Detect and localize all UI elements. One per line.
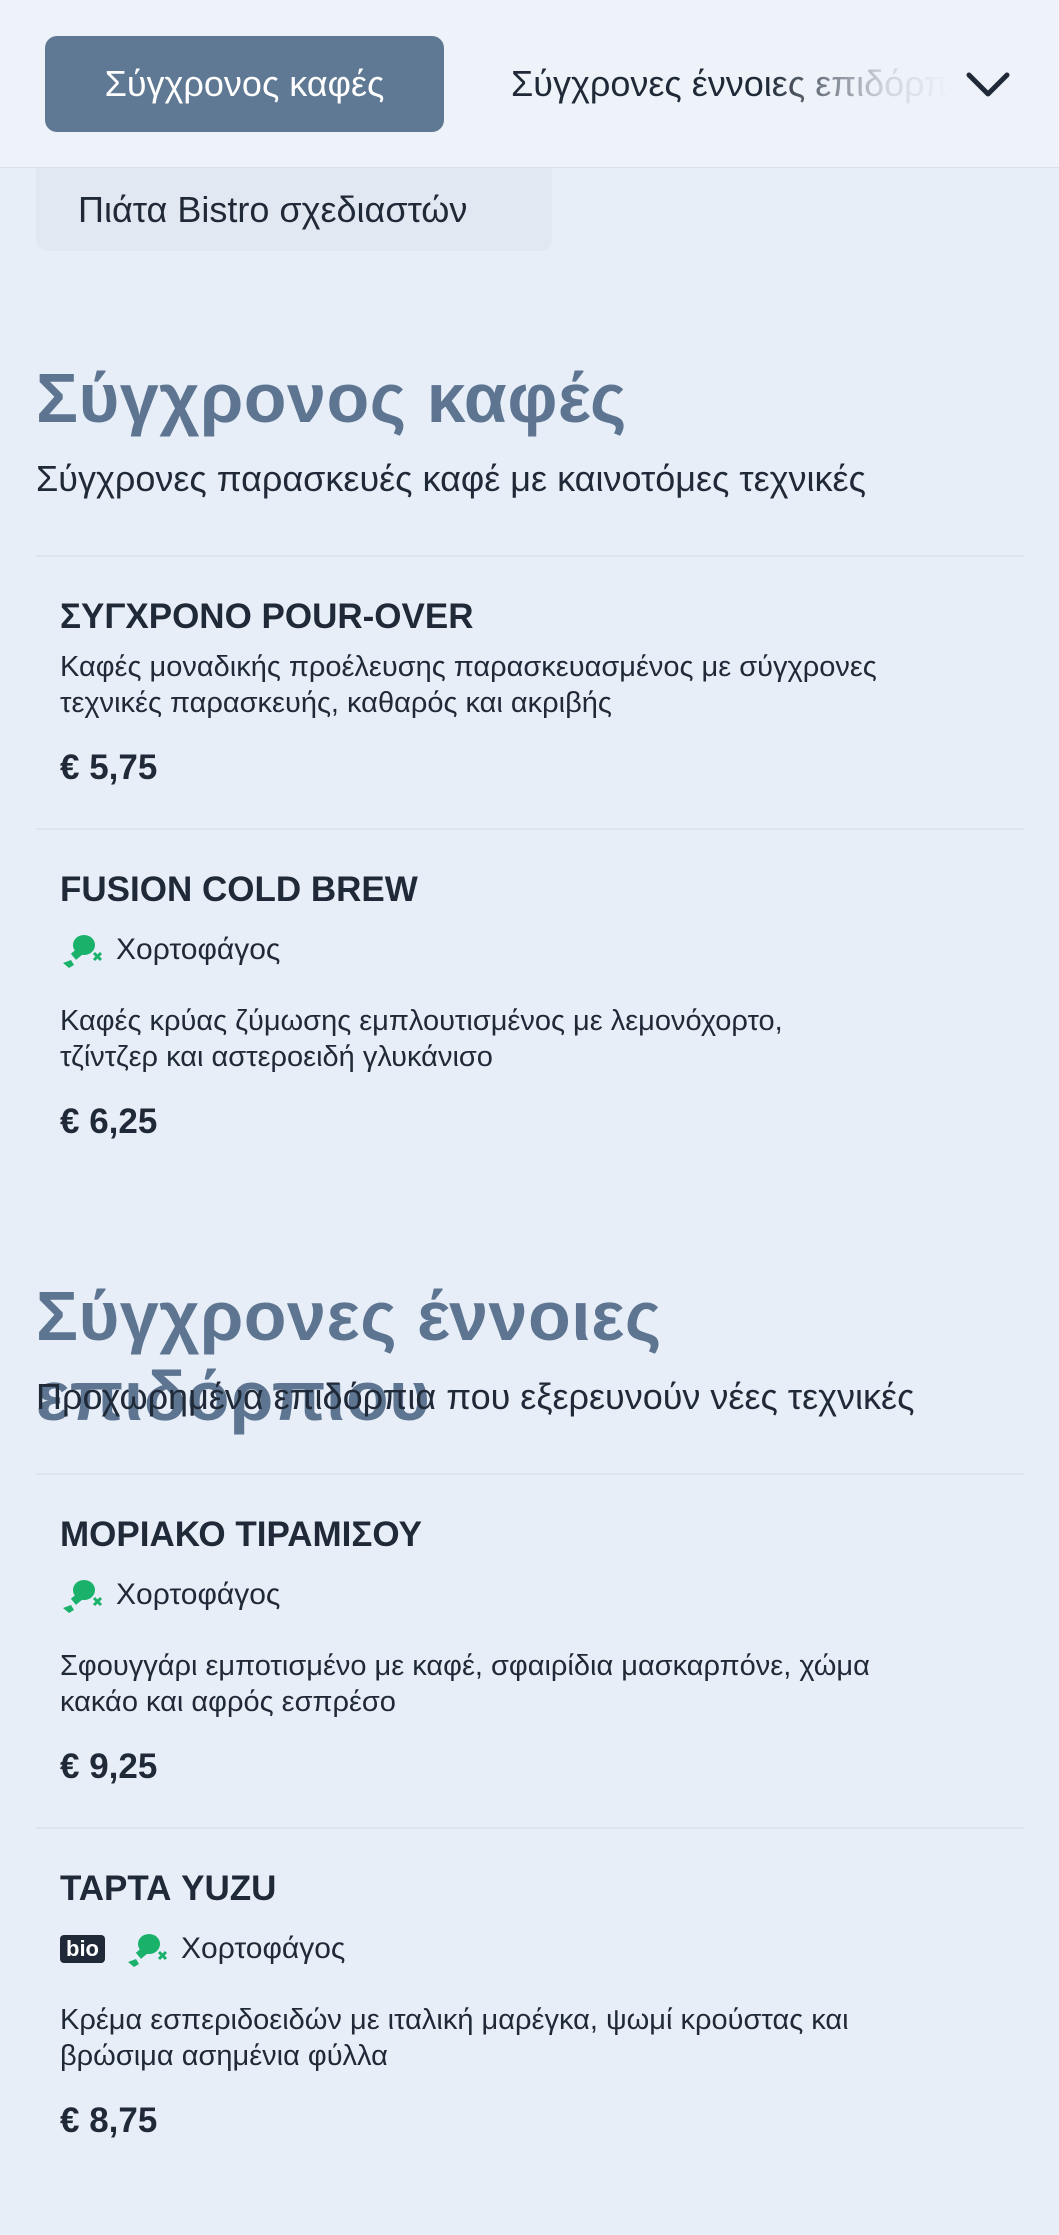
vegetarian-icon — [63, 935, 103, 968]
category-tab-bar: Σύγχρονος καφές Σύγχρονες έννοιες επιδόρ… — [0, 0, 1059, 168]
vegetarian-icon — [128, 1934, 168, 1967]
divider — [36, 555, 1024, 557]
section-title: Σύγχρονος καφές — [36, 359, 627, 437]
menu-item-price: € 9,25 — [60, 1747, 158, 1786]
vegetarian-icon — [63, 1580, 103, 1613]
section-subtitle: Προχωρημένα επιδόρπια που εξερευνούν νέε… — [36, 1376, 915, 1417]
menu-item-description: Καφές μοναδικής προέλευσης παρασκευασμέν… — [60, 651, 877, 719]
menu-item-description: Καφές κρύας ζύμωσης εμπλουτισμένος με λε… — [60, 1005, 783, 1073]
menu-item-price: € 5,75 — [60, 748, 158, 787]
menu-item-description: Σφουγγάρι εμποτισμένο με καφέ, σφαιρίδια… — [60, 1650, 870, 1718]
divider — [36, 828, 1024, 830]
menu-item-description: Κρέμα εσπεριδοειδών με ιταλική μαρέγκα, … — [60, 2004, 849, 2072]
chevron-down-icon[interactable] — [963, 60, 1013, 110]
dietary-tag: bio Χορτοφάγος — [60, 1929, 345, 1969]
section-subtitle: Σύγχρονες παρασκευές καφέ με καινοτόμες … — [36, 458, 866, 499]
bio-badge: bio — [60, 1935, 105, 1963]
menu-item-name: ΣΥΓΧΡΟΝΟ POUR-OVER — [60, 597, 474, 636]
divider — [36, 1827, 1024, 1829]
divider — [36, 1473, 1024, 1475]
tab-modern-dessert-concepts[interactable]: Σύγχρονες έννοιες επιδόρπιου — [511, 36, 951, 132]
dietary-tag-label: Χορτοφάγος — [116, 1578, 281, 1611]
dietary-tag: Χορτοφάγος — [60, 1575, 280, 1615]
dietary-tag-label: Χορτοφάγος — [116, 933, 281, 966]
menu-item-name: ΜΟΡΙΑΚΟ ΤΙΡΑΜΙΣΟΥ — [60, 1515, 422, 1554]
menu-item-name: FUSION COLD BREW — [60, 870, 418, 909]
dietary-tag: Χορτοφάγος — [60, 930, 280, 970]
dietary-tag-label: Χορτοφάγος — [181, 1932, 346, 1965]
tab-modern-coffee[interactable]: Σύγχρονος καφές — [45, 36, 444, 132]
menu-item-name: ΤΑΡΤΑ YUZU — [60, 1869, 277, 1908]
menu-item-price: € 8,75 — [60, 2101, 158, 2140]
tab-designer-bistro-dishes[interactable]: Πιάτα Bistro σχεδιαστών — [36, 168, 552, 251]
menu-item-price: € 6,25 — [60, 1102, 158, 1141]
